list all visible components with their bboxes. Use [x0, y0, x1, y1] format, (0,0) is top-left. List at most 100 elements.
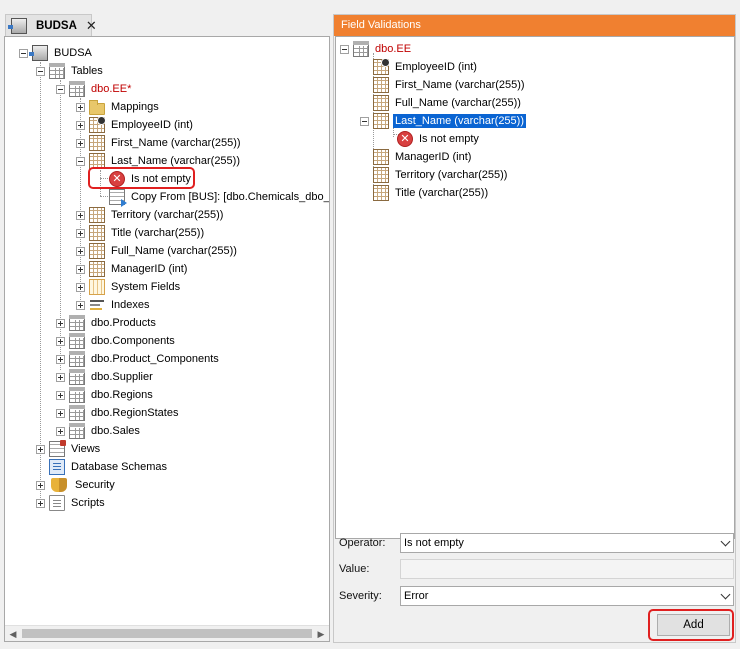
- table-icon: [69, 333, 85, 349]
- field-icon: [373, 77, 389, 93]
- collapse-icon[interactable]: [56, 84, 65, 94]
- severity-row: Severity: Error: [339, 586, 735, 606]
- tab-budsa[interactable]: BUDSA ✕: [5, 14, 97, 36]
- collapse-icon[interactable]: [76, 156, 85, 166]
- tree-node-dbo-supplier[interactable]: dbo.Supplier: [56, 368, 155, 386]
- table-icon: [69, 369, 85, 385]
- collapse-icon[interactable]: [36, 66, 45, 76]
- object-tree-panel: BUDSA Tables dbo.EE* Mappings EmployeeID…: [4, 36, 330, 642]
- expand-icon[interactable]: [56, 408, 65, 418]
- operator-select[interactable]: Is not empty: [400, 533, 734, 553]
- value-row: Value:: [339, 559, 735, 579]
- tree-node-dbo-sales[interactable]: dbo.Sales: [56, 422, 142, 440]
- expand-icon[interactable]: [56, 318, 65, 328]
- scroll-right-icon[interactable]: ▶: [313, 626, 329, 642]
- field-icon: [89, 261, 105, 277]
- tables-icon: [49, 63, 65, 79]
- system-fields-icon: [89, 279, 105, 295]
- database-icon: [29, 45, 48, 61]
- field-icon: [89, 225, 105, 241]
- expand-icon[interactable]: [76, 210, 85, 220]
- expand-icon[interactable]: [76, 102, 85, 112]
- operator-label: Operator:: [339, 537, 386, 549]
- tree-node-scripts[interactable]: Scripts: [36, 494, 107, 512]
- tree-node-indexes[interactable]: Indexes: [76, 296, 152, 314]
- tree-node-employee-id[interactable]: EmployeeID (int): [373, 58, 479, 76]
- tree-node-views[interactable]: Views: [36, 440, 102, 458]
- folder-icon: [89, 99, 105, 115]
- shield-icon: [51, 478, 67, 492]
- collapse-icon[interactable]: [19, 48, 28, 58]
- tree-node-security[interactable]: Security: [36, 476, 117, 494]
- expand-icon[interactable]: [76, 138, 85, 148]
- tree-node-dbo-product-components[interactable]: dbo.Product_Components: [56, 350, 221, 368]
- table-icon: [69, 81, 85, 97]
- tree-node-copy-from[interactable]: Copy From [BUS]: [dbo.Chemicals_dbo_E: [109, 188, 329, 207]
- field-validations-panel: Field Validations dbo.EE EmployeeID (int…: [333, 14, 736, 643]
- tree-node-title[interactable]: Title (varchar(255)): [373, 184, 490, 202]
- horizontal-scrollbar[interactable]: ◀ ▶: [5, 625, 329, 641]
- tree-node-is-not-empty[interactable]: ✕ Is not empty: [109, 170, 193, 188]
- severity-select[interactable]: Error: [400, 586, 734, 606]
- table-icon: [69, 387, 85, 403]
- table-icon: [69, 351, 85, 367]
- key-field-icon: [373, 58, 390, 75]
- table-icon: [69, 405, 85, 421]
- field-icon: [89, 207, 105, 223]
- scrollbar-thumb[interactable]: [22, 629, 312, 638]
- expand-icon[interactable]: [56, 390, 65, 400]
- expand-icon[interactable]: [36, 498, 45, 508]
- expand-icon[interactable]: [36, 480, 45, 490]
- tree-node-budsa[interactable]: BUDSA: [19, 44, 94, 62]
- expand-icon[interactable]: [56, 426, 65, 436]
- tree-node-dbo-ee[interactable]: dbo.EE*: [56, 80, 133, 98]
- copy-from-icon: [109, 189, 127, 207]
- expand-icon[interactable]: [76, 120, 85, 130]
- tree-node-dbo-regions[interactable]: dbo.Regions: [56, 386, 155, 404]
- tab-title: BUDSA: [36, 19, 77, 32]
- expand-icon[interactable]: [56, 336, 65, 346]
- tree-node-dbo-products[interactable]: dbo.Products: [56, 314, 158, 332]
- tree-node-full-name[interactable]: Full_Name (varchar(255)): [76, 242, 239, 260]
- tree-node-first-name[interactable]: First_Name (varchar(255)): [76, 134, 243, 152]
- field-icon: [373, 95, 389, 111]
- tree-node-employee-id[interactable]: EmployeeID (int): [76, 116, 195, 134]
- tree-node-dbo-regionstates[interactable]: dbo.RegionStates: [56, 404, 180, 422]
- validation-tree: dbo.EE EmployeeID (int) First_Name (varc…: [335, 36, 735, 539]
- expand-icon[interactable]: [76, 300, 85, 310]
- tree-node-territory[interactable]: Territory (varchar(255)): [373, 166, 509, 184]
- database-icon: [8, 17, 27, 34]
- field-icon: [89, 135, 105, 151]
- close-icon[interactable]: ✕: [86, 18, 97, 34]
- tree-node-system-fields[interactable]: System Fields: [76, 278, 182, 296]
- tree-node-full-name[interactable]: Full_Name (varchar(255)): [373, 94, 523, 112]
- expand-icon[interactable]: [76, 264, 85, 274]
- scroll-left-icon[interactable]: ◀: [5, 626, 21, 642]
- tree-node-first-name[interactable]: First_Name (varchar(255)): [373, 76, 527, 94]
- add-button[interactable]: Add: [657, 614, 730, 636]
- collapse-icon[interactable]: [360, 116, 369, 126]
- tree-node-manager-id[interactable]: ManagerID (int): [373, 148, 473, 166]
- field-icon: [373, 113, 389, 129]
- tree-node-dbo-ee[interactable]: dbo.EE: [340, 40, 413, 58]
- tree-node-database-schemas[interactable]: Database Schemas: [36, 458, 169, 476]
- tree-node-tables[interactable]: Tables: [36, 62, 105, 80]
- error-icon: ✕: [397, 131, 413, 147]
- value-input[interactable]: [400, 559, 734, 579]
- expand-icon[interactable]: [76, 246, 85, 256]
- tree-node-territory[interactable]: Territory (varchar(255)): [76, 206, 225, 224]
- tree-node-is-not-empty[interactable]: ✕ Is not empty: [397, 130, 481, 148]
- tree-node-dbo-components[interactable]: dbo.Components: [56, 332, 177, 350]
- tree-node-mappings[interactable]: Mappings: [76, 98, 161, 116]
- expand-icon[interactable]: [76, 282, 85, 292]
- tree-node-last-name[interactable]: Last_Name (varchar(255)): [360, 112, 526, 130]
- expand-icon[interactable]: [36, 444, 45, 454]
- expand-icon[interactable]: [56, 354, 65, 364]
- tree-node-title[interactable]: Title (varchar(255)): [76, 224, 206, 242]
- tree-node-manager-id[interactable]: ManagerID (int): [76, 260, 189, 278]
- expand-icon[interactable]: [76, 228, 85, 238]
- operator-row: Operator: Is not empty: [339, 533, 735, 553]
- collapse-icon[interactable]: [340, 44, 349, 54]
- expand-icon[interactable]: [56, 372, 65, 382]
- panel-header: Field Validations: [334, 15, 735, 36]
